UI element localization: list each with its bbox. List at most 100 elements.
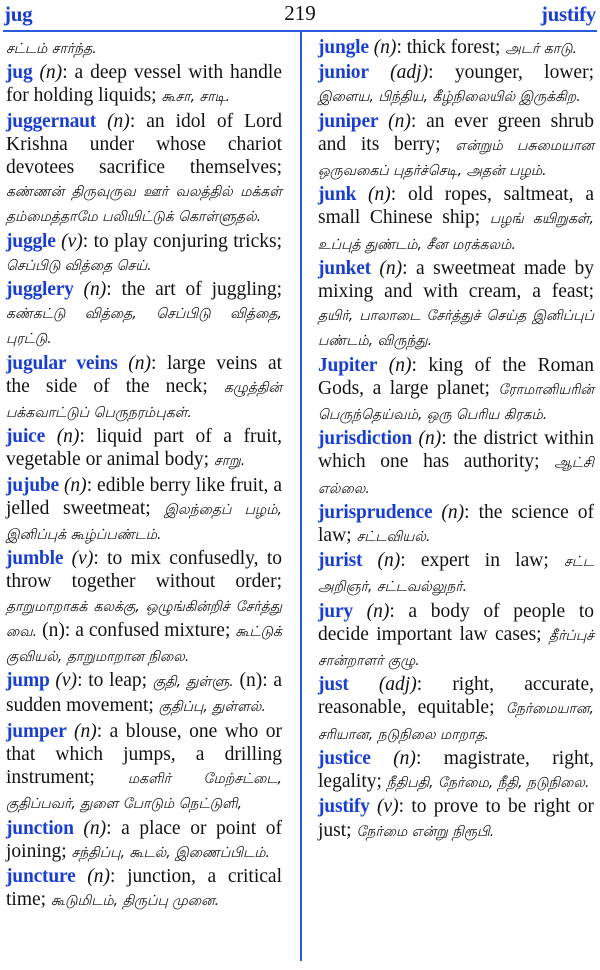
- part-of-speech: (n): [74, 720, 97, 742]
- part-of-speech: (n): [39, 62, 63, 84]
- definition: : to play conjuring tricks;: [82, 230, 283, 252]
- part-of-speech: (n): [388, 110, 411, 132]
- headword: junk: [318, 184, 357, 206]
- dictionary-entry: jurisprudence (n): the science of law; ச…: [318, 501, 594, 549]
- dictionary-entry: junior (adj): younger, lower; இளைய, பிந்…: [318, 61, 594, 109]
- tamil-translation: தயிர், பாலாடை சேர்த்துச் செய்த இனிப்புப்…: [318, 308, 594, 350]
- part-of-speech: (n): [366, 600, 390, 622]
- headword: justify: [318, 796, 370, 818]
- headword: just: [318, 674, 349, 696]
- headword: jurisdiction: [318, 428, 413, 450]
- right-column: jungle (n): thick forest; அடர் காடு. juni…: [318, 36, 594, 844]
- headword: juice: [6, 426, 46, 448]
- dictionary-entry: justify (v): to prove to be right or jus…: [318, 795, 594, 843]
- headword: junction: [6, 817, 74, 839]
- headword: juniper: [318, 110, 379, 132]
- definition: : the art of juggling;: [106, 279, 282, 301]
- column-divider: [300, 31, 302, 961]
- tamil-translation: கண்ணன் திருவுருவ ஊர் வலத்தில் மக்கள் தம்…: [6, 184, 282, 226]
- dictionary-entry: jugglery (n): the art of juggling; கண்கட…: [6, 278, 282, 352]
- dictionary-entry: jumble (v): to mix confusedly, to throw …: [6, 547, 282, 669]
- dictionary-entry: jump (v): to leap; குதி, துள்ளு. (n): a …: [6, 669, 282, 719]
- tamil-translation-secondary: குதிப்பு, துள்ளல்.: [158, 699, 266, 716]
- dictionary-entry: jugular veins (n): large veins at the si…: [6, 352, 282, 426]
- headword: jugular veins: [6, 352, 118, 374]
- part-of-speech: (n): [418, 428, 442, 450]
- headword: juncture: [6, 865, 76, 887]
- guide-word-last: justify: [540, 2, 596, 26]
- definition: : thick forest;: [396, 37, 506, 58]
- headword: jujube: [6, 474, 59, 496]
- headword: jump: [6, 670, 50, 692]
- tamil-translation: சந்திப்பு, கூடல், இணைப்பிடம்.: [71, 844, 270, 861]
- dictionary-entry: juggernaut (n): an idol of Lord Krishna …: [6, 110, 282, 230]
- tamil-translation: கண்கட்டு வித்தை, செப்பிடு வித்தை, புரட்ட…: [6, 306, 282, 348]
- part-of-speech: (n): [83, 279, 107, 301]
- left-entries-list: jug (n): a deep vessel with handle for h…: [6, 61, 282, 913]
- dictionary-entry: juniper (n): an ever green shrub and its…: [318, 110, 594, 184]
- tamil-translation: நீதிபதி, நேர்மை, நீதி, நடுநிலை.: [386, 775, 590, 792]
- headword: jugglery: [6, 279, 74, 301]
- tamil-translation: நேர்மை என்று நிரூபி.: [356, 823, 495, 840]
- definition: : younger, lower;: [428, 62, 595, 84]
- page-number: 219: [284, 1, 316, 25]
- left-column: சட்டம் சார்ந்த. jug (n): a deep vessel w…: [6, 36, 282, 913]
- part-of-speech: (v): [55, 670, 78, 692]
- dictionary-entry: just (adj): right, accurate, reasonable,…: [318, 673, 594, 747]
- dictionary-entry: junk (n): old ropes, saltmeat, a small C…: [318, 183, 594, 257]
- right-entries-list: jungle (n): thick forest; அடர் காடு. juni…: [318, 36, 594, 844]
- dictionary-entry: junction (n): a place or point of joinin…: [6, 817, 282, 865]
- part-of-speech: (v): [61, 230, 83, 252]
- headword: jurist: [318, 550, 363, 572]
- dictionary-entry: jug (n): a deep vessel with handle for h…: [6, 61, 282, 109]
- part-of-speech: (n): [373, 37, 397, 58]
- headword: jumble: [6, 548, 64, 570]
- tamil-translation: குதி, துள்ளு.: [152, 674, 234, 691]
- part-of-speech: (n): [87, 865, 110, 887]
- part-of-speech: (n): [107, 110, 130, 132]
- dictionary-entry: jury (n): a body of people to decide imp…: [318, 600, 594, 674]
- tamil-translation: செப்பிடு வித்தை செய்.: [6, 257, 152, 274]
- dictionary-entry: jurisdiction (n): the district within wh…: [318, 427, 594, 501]
- part-of-speech: (adj): [390, 62, 429, 84]
- dictionary-entry: juncture (n): junction, a critical time;…: [6, 865, 282, 913]
- dictionary-entry: jujube (n): edible berry like fruit, a j…: [6, 474, 282, 548]
- dictionary-entry: juice (n): liquid part of a fruit, veget…: [6, 425, 282, 473]
- definition: : to leap;: [77, 670, 153, 692]
- headword: jungle: [318, 37, 369, 58]
- continuation-text: சட்டம் சார்ந்த.: [6, 41, 97, 57]
- definition: : expert in law;: [400, 550, 564, 572]
- headword: justice: [318, 747, 371, 769]
- part-of-speech: (n): [393, 747, 416, 769]
- part-of-speech: (v): [376, 796, 399, 818]
- part-of-speech: (n): [388, 354, 412, 376]
- tamil-translation: இளைய, பிந்திய, கீழ்நிலையில் இருக்கிற.: [318, 89, 581, 106]
- dictionary-entry: Jupiter (n): king of the Roman Gods, a l…: [318, 354, 594, 428]
- part-of-speech: (adj): [378, 674, 417, 696]
- dictionary-entry: junket (n): a sweetmeat made by mixing a…: [318, 257, 594, 354]
- part-of-speech: (v): [71, 548, 94, 570]
- tamil-translation: அடர் காடு.: [505, 41, 577, 57]
- dictionary-entry: jumper (n): a blouse, one who or that wh…: [6, 720, 282, 817]
- dictionary-entry: jurist (n): expert in law; சட்ட அறிஞர், …: [318, 549, 594, 599]
- part-of-speech: (n): [56, 426, 80, 448]
- part-of-speech: (n): [83, 817, 107, 839]
- headword: juggernaut: [6, 110, 97, 132]
- headword: Jupiter: [318, 354, 378, 376]
- tamil-translation: கூசா, சாடி.: [161, 89, 231, 106]
- headword: jumper: [6, 720, 67, 742]
- dictionary-entry: justice (n): magistrate, right, legality…: [318, 747, 594, 795]
- tamil-translation: கூடுமிடம், திருப்பு முனை.: [50, 893, 220, 910]
- part-of-speech: (n): [63, 474, 87, 496]
- dictionary-entry: jungle (n): thick forest; அடர் காடு.: [318, 36, 594, 61]
- dictionary-entry: juggle (v): to play conjuring tricks; செ…: [6, 230, 282, 278]
- part-of-speech: (n): [377, 550, 401, 572]
- tamil-translation: சட்டவியல்.: [356, 529, 431, 546]
- headword: juggle: [6, 230, 56, 252]
- tamil-translation: சாறு.: [213, 453, 246, 470]
- part-of-speech: (n): [128, 352, 151, 374]
- headword: junior: [318, 62, 369, 84]
- headword: junket: [318, 257, 371, 279]
- part-of-speech: (n): [441, 501, 465, 523]
- part-of-speech: (n): [368, 184, 391, 206]
